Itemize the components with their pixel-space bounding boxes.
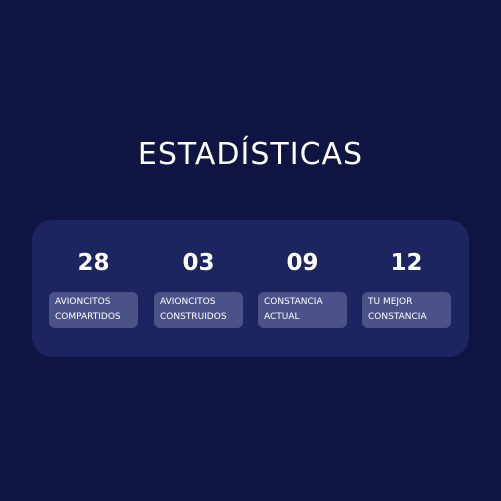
stats-panel: 28 AVIONCITOS COMPARTIDOS 03 AVIONCITOS … — [32, 220, 469, 357]
stat-label-line: AVIONCITOS — [160, 297, 216, 307]
page-title: ESTADÍSTICAS — [137, 137, 364, 172]
stat-label-line: COMPARTIDOS — [55, 312, 121, 322]
stat-label-line: ACTUAL — [264, 312, 300, 322]
stat-label: AVIONCITOS CONSTRUIDOS — [154, 292, 243, 328]
stat-value: 09 — [286, 250, 319, 276]
stat-label-line: CONSTANCIA — [264, 297, 323, 307]
stat-current-streak: 09 CONSTANCIA ACTUAL — [258, 248, 347, 328]
stat-value: 28 — [77, 250, 110, 276]
stat-built-planes: 03 AVIONCITOS CONSTRUIDOS — [154, 248, 243, 328]
stat-label-line: TU MEJOR — [368, 297, 413, 307]
stat-label-line: CONSTRUIDOS — [160, 312, 227, 322]
stat-label-line: AVIONCITOS — [55, 297, 111, 307]
stat-best-streak: 12 TU MEJOR CONSTANCIA — [362, 248, 451, 328]
stat-label: AVIONCITOS COMPARTIDOS — [49, 292, 138, 328]
stat-label: TU MEJOR CONSTANCIA — [362, 292, 451, 328]
stat-value: 12 — [390, 250, 423, 276]
stat-value: 03 — [182, 250, 215, 276]
stat-shared-planes: 28 AVIONCITOS COMPARTIDOS — [49, 248, 138, 328]
stat-label-line: CONSTANCIA — [368, 312, 427, 322]
stat-label: CONSTANCIA ACTUAL — [258, 292, 347, 328]
